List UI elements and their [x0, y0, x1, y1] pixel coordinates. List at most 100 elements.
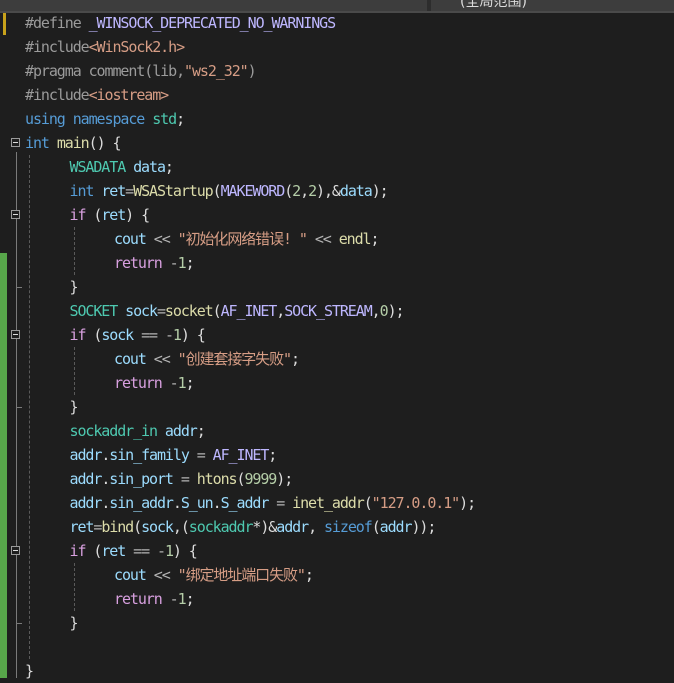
- code-token: ;: [268, 446, 277, 464]
- code-line[interactable]: addr.sin_addr.S_un.S_addr = inet_addr("1…: [70, 491, 477, 515]
- code-token: }: [69, 398, 79, 416]
- code-line[interactable]: int main() {: [25, 131, 122, 155]
- code-token: -: [164, 326, 174, 344]
- indent-guide: [74, 347, 75, 395]
- code-token: #pragma comment(lib,: [25, 62, 185, 80]
- code-line[interactable]: return -1;: [114, 371, 195, 395]
- code-line[interactable]: if (ret == -1) {: [69, 539, 198, 563]
- code-token: S_un: [180, 494, 214, 512]
- code-token: <<: [306, 230, 339, 248]
- code-token: AF_INET: [220, 302, 278, 320]
- code-token: cout: [114, 230, 154, 248]
- code-line[interactable]: }: [25, 659, 34, 683]
- code-line[interactable]: return -1;: [114, 251, 195, 275]
- code-token: ;: [290, 350, 300, 368]
- code-line[interactable]: }: [69, 395, 79, 419]
- code-token: 1: [172, 326, 182, 344]
- code-token: (: [284, 182, 293, 200]
- code-token: ;: [164, 158, 174, 176]
- collapse-icon[interactable]: [11, 138, 20, 147]
- collapse-icon[interactable]: [11, 210, 20, 219]
- code-token: cout: [114, 350, 154, 368]
- code-token: SOCKET: [69, 302, 126, 320]
- code-token: if: [69, 542, 94, 560]
- code-token: WSADATA: [69, 158, 134, 176]
- code-token: ,: [308, 518, 324, 536]
- code-line[interactable]: }: [70, 275, 79, 299]
- code-token: .: [172, 494, 182, 512]
- indent-guide: [74, 227, 75, 275]
- code-line[interactable]: SOCKET sock=socket(AF_INET,SOCK_STREAM,0…: [69, 299, 405, 323]
- code-token: 9999: [244, 470, 277, 488]
- code-token: data: [133, 158, 166, 176]
- code-token: if: [69, 326, 94, 344]
- code-token: main: [56, 134, 90, 152]
- code-token: =: [125, 182, 134, 200]
- code-token: <<: [153, 566, 178, 584]
- code-token: S_addr: [220, 494, 277, 512]
- code-token: <<: [153, 350, 178, 368]
- code-token: =: [196, 446, 213, 464]
- code-line[interactable]: ret=bind(sock,(sockaddr*)&addr, sizeof(a…: [70, 515, 437, 539]
- code-token: -: [169, 254, 179, 272]
- code-token: sock: [141, 518, 174, 536]
- code-token: (: [212, 302, 222, 320]
- code-token: inet_addr: [292, 494, 365, 512]
- code-line[interactable]: #define _WINSOCK_DEPRECATED_NO_WARNINGS: [25, 11, 336, 35]
- code-token: -: [169, 590, 179, 608]
- code-line[interactable]: if (sock == -1) {: [69, 323, 206, 347]
- code-line[interactable]: #pragma comment(lib,"ws2_32"): [25, 59, 257, 83]
- code-line[interactable]: WSADATA data;: [69, 155, 174, 179]
- code-token: ,: [276, 302, 285, 320]
- code-line[interactable]: if (ret) {: [70, 203, 151, 227]
- collapse-icon[interactable]: [11, 330, 20, 339]
- code-token: ==: [133, 542, 157, 560]
- code-token: ) {: [125, 206, 150, 224]
- code-token: sizeof: [323, 518, 373, 536]
- code-token: AF_INET: [212, 446, 270, 464]
- code-token: -: [169, 374, 179, 392]
- code-line[interactable]: addr.sin_port = htons(9999);: [69, 467, 294, 491]
- code-token: (: [363, 494, 373, 512]
- code-token: ) {: [180, 326, 206, 344]
- code-line[interactable]: cout << "初始化网络错误! " << endl;: [114, 227, 380, 251]
- code-token: <WinSock2.h>: [88, 38, 186, 56]
- code-token: );: [276, 470, 293, 488]
- code-token: sock: [101, 326, 142, 344]
- code-token: ) {: [172, 542, 198, 560]
- code-line[interactable]: return -1;: [114, 587, 195, 611]
- code-line[interactable]: using namespace std;: [25, 107, 185, 131]
- code-token: );: [371, 182, 389, 200]
- code-token: =: [276, 494, 293, 512]
- code-token: ): [247, 62, 257, 80]
- collapse-icon[interactable]: [11, 546, 20, 555]
- code-token: ret: [101, 206, 126, 224]
- code-line[interactable]: }: [69, 611, 79, 635]
- code-token: }: [69, 614, 79, 632]
- code-token: ;: [185, 254, 195, 272]
- outline-end-tick: [16, 623, 22, 624]
- code-token: 1: [164, 542, 174, 560]
- code-token: ;: [370, 230, 380, 248]
- code-line[interactable]: sockaddr_in addr;: [69, 419, 206, 443]
- code-token: (: [212, 182, 222, 200]
- outline-end-tick: [16, 407, 22, 408]
- code-line[interactable]: #include<WinSock2.h>: [25, 35, 186, 59]
- code-token: ret: [101, 542, 134, 560]
- code-line[interactable]: cout << "创建套接字失败";: [114, 347, 300, 371]
- code-line[interactable]: int ret=WSAStartup(MAKEWORD(2,2),&data);: [70, 179, 389, 203]
- code-line[interactable]: addr.sin_family = AF_INET;: [70, 443, 278, 467]
- code-line[interactable]: #include<iostream>: [25, 83, 169, 107]
- outline-line: [16, 152, 17, 678]
- indent-guide: [29, 155, 30, 659]
- code-token: ,: [300, 182, 309, 200]
- code-line[interactable]: cout << "绑定地址端口失败";: [114, 563, 314, 587]
- navigation-bar-divider: [427, 0, 431, 11]
- code-token: addr: [69, 470, 103, 488]
- code-token: ;: [176, 110, 185, 128]
- scope-dropdown[interactable]: (全局范围): [460, 0, 527, 11]
- code-token: sin_family: [109, 446, 197, 464]
- code-token: sockaddr_in: [69, 422, 165, 440]
- code-token: ;: [304, 566, 314, 584]
- code-token: "ws2_32": [184, 62, 249, 80]
